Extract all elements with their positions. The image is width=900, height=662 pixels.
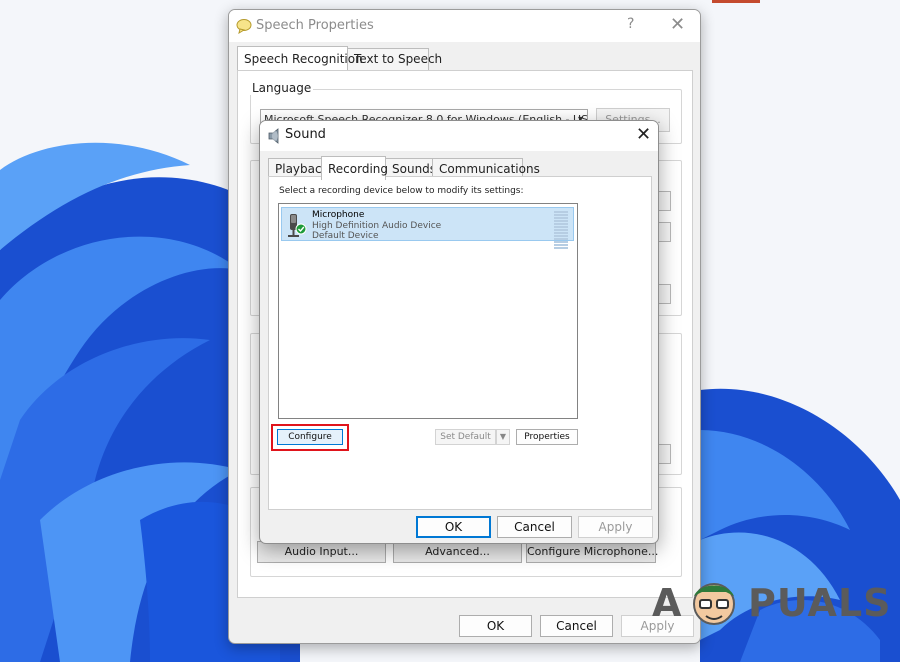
configure-microphone-button[interactable]: Configure Microphone... xyxy=(526,541,658,563)
device-row-microphone[interactable]: Microphone High Definition Audio Device … xyxy=(281,207,574,249)
speaker-icon xyxy=(268,128,279,144)
configure-highlight-annotation xyxy=(271,424,349,451)
green-check-icon xyxy=(295,223,307,235)
chevron-down-icon: ▼ xyxy=(499,432,507,441)
tab-recording[interactable]: Recording xyxy=(321,156,388,180)
device-status: Default Device xyxy=(312,231,379,241)
device-description: High Definition Audio Device xyxy=(312,221,442,231)
profile-delete-button-edge[interactable] xyxy=(659,222,671,242)
device-name: Microphone xyxy=(312,210,365,220)
watermark-left-letters: A xyxy=(652,581,683,625)
appuals-watermark: A PUALS xyxy=(652,578,891,628)
mascot-logo-icon xyxy=(693,583,735,625)
watermark-right-letters: PUALS xyxy=(748,581,892,625)
recording-device-list[interactable]: Microphone High Definition Audio Device … xyxy=(278,203,578,419)
language-label: Language xyxy=(250,81,314,95)
tab-speech-recognition[interactable]: Speech Recognition xyxy=(237,46,363,70)
profile-new-button-edge[interactable] xyxy=(659,191,671,211)
speech-close-button[interactable]: ✕ xyxy=(670,14,685,35)
properties-button[interactable]: Properties xyxy=(516,429,578,445)
help-button[interactable]: ? xyxy=(627,16,634,32)
speech-ok-button[interactable]: OK xyxy=(459,615,532,637)
speech-cancel-button[interactable]: Cancel xyxy=(540,615,613,637)
advanced-button[interactable]: Advanced... xyxy=(393,541,522,563)
orange-accent-strip xyxy=(712,0,760,3)
sound-cancel-button[interactable]: Cancel xyxy=(497,516,572,538)
microphone-icon xyxy=(288,214,307,237)
level-meter xyxy=(554,211,569,251)
user-settings-dropdown-edge[interactable] xyxy=(659,444,671,464)
set-default-button[interactable]: Set Default xyxy=(435,429,496,445)
train-profile-button-edge[interactable] xyxy=(659,284,671,304)
sound-ok-button[interactable]: OK xyxy=(416,516,491,538)
sound-close-button[interactable]: ✕ xyxy=(636,124,651,145)
sound-apply-button[interactable]: Apply xyxy=(578,516,653,538)
sound-dialog: Sound ✕ Playback Recording Sounds Commun… xyxy=(259,120,659,544)
speech-window-title: Speech Properties xyxy=(256,18,374,33)
audio-input-button[interactable]: Audio Input... xyxy=(257,541,386,563)
sound-dialog-title: Sound xyxy=(285,127,326,142)
recording-instruction: Select a recording device below to modif… xyxy=(279,186,524,196)
speech-bubble-icon xyxy=(236,19,252,34)
set-default-dropdown[interactable]: ▼ xyxy=(496,429,510,445)
